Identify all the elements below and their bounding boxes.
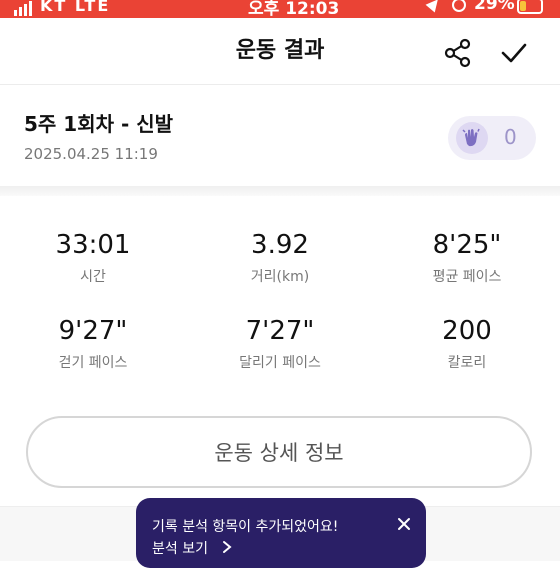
rotation-lock-icon xyxy=(452,0,466,12)
share-icon xyxy=(444,38,471,68)
stat-label: 시간 xyxy=(80,269,106,285)
clock: 오후 12:03 xyxy=(248,0,340,18)
clap-icon xyxy=(456,122,488,154)
tooltip-message: 기록 분석 항목이 추가되었어요! xyxy=(152,519,339,535)
stat-calories: 200 칼로리 xyxy=(374,316,560,372)
stat-label: 거리(km) xyxy=(250,269,310,285)
stat-walk-pace: 9'27" 걷기 페이스 xyxy=(0,316,186,372)
page-title: 운동 결과 xyxy=(235,38,325,63)
battery-icon xyxy=(517,0,543,14)
workout-date: 2025.04.25 11:19 xyxy=(24,145,158,163)
workout-detail-button[interactable]: 운동 상세 정보 xyxy=(26,416,532,488)
stat-run-pace: 7'27" 달리기 페이스 xyxy=(187,316,373,372)
stat-label: 달리기 페이스 xyxy=(239,355,321,371)
stat-value: 3.92 xyxy=(251,230,309,260)
close-icon[interactable] xyxy=(394,514,414,534)
signal-icon xyxy=(14,0,32,16)
check-icon xyxy=(501,43,527,63)
stat-label: 평균 페이스 xyxy=(432,269,502,285)
cheer-count: 0 xyxy=(504,125,517,149)
stat-value: 200 xyxy=(442,316,492,346)
app-header: 운동 결과 xyxy=(0,18,560,85)
stat-value: 33:01 xyxy=(55,230,131,260)
stat-value: 7'27" xyxy=(245,316,315,346)
stat-label: 칼로리 xyxy=(447,355,487,371)
share-button[interactable] xyxy=(442,37,474,69)
cheer-badge[interactable]: 0 xyxy=(448,116,536,160)
analysis-view-link[interactable]: 분석 보기 xyxy=(152,538,208,558)
battery-percent: 29% xyxy=(474,0,515,14)
stat-time: 33:01 시간 xyxy=(0,230,186,286)
location-icon xyxy=(425,0,443,13)
status-bar: KT LTE 오후 12:03 29% xyxy=(0,0,560,18)
stat-avg-pace: 8'25" 평균 페이스 xyxy=(374,230,560,286)
stat-value: 9'27" xyxy=(58,316,128,346)
stat-distance: 3.92 거리(km) xyxy=(187,230,373,286)
carrier-label: KT LTE xyxy=(40,0,111,15)
analysis-tooltip: 기록 분석 항목이 추가되었어요! 분석 보기 xyxy=(136,498,426,568)
workout-title: 5주 1회차 - 신발 xyxy=(24,112,174,136)
stat-value: 8'25" xyxy=(432,230,502,260)
map-preview-strip xyxy=(0,186,560,196)
stat-label: 걷기 페이스 xyxy=(58,355,128,371)
confirm-button[interactable] xyxy=(498,37,530,69)
chevron-right-icon[interactable] xyxy=(222,540,232,554)
